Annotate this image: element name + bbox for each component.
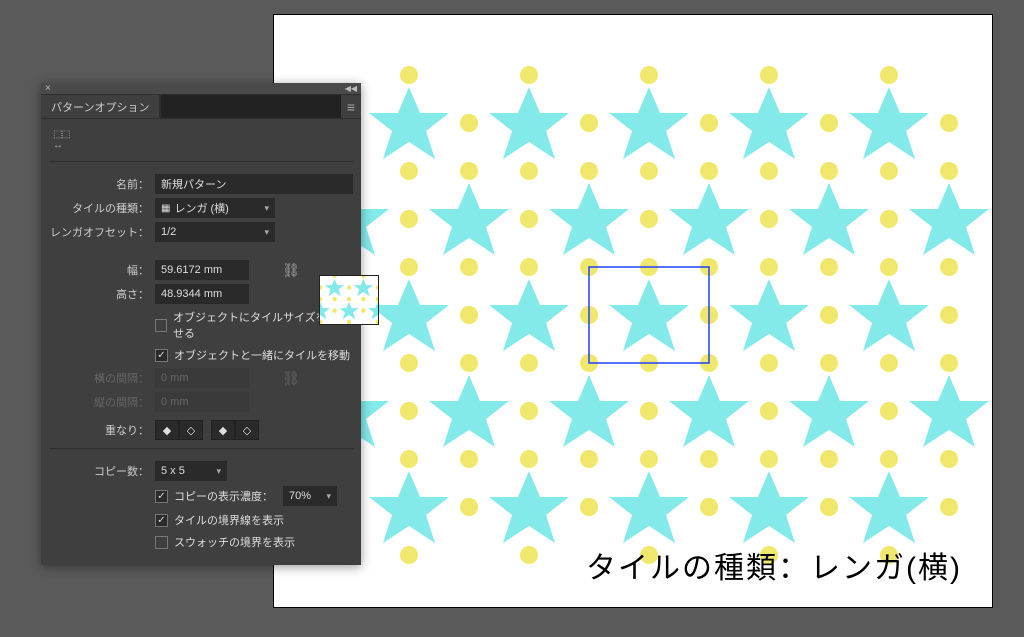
brick-icon: ▦ [161, 203, 170, 214]
offset-select[interactable]: 1/2 ▾ [155, 222, 275, 242]
label-offset: レンガオフセット： [49, 224, 149, 240]
label-width: 幅： [49, 262, 149, 278]
chk-size-to-object[interactable] [155, 319, 167, 332]
height-input[interactable] [155, 284, 249, 304]
pattern-thumbnail [319, 275, 379, 325]
overlap-right[interactable]: ◇ [179, 420, 203, 440]
canvas-caption: タイルの種類：レンガ(横) [586, 543, 962, 587]
vspacing-input [155, 392, 249, 412]
label-vspacing: 縦の間隔： [49, 394, 149, 410]
tile-resize-icon[interactable]: ⬚ ⬚↔ [53, 129, 69, 151]
chevron-down-icon: ▾ [326, 491, 331, 502]
collapse-icon[interactable]: ◀◀ [345, 84, 357, 93]
chevron-down-icon: ▾ [264, 203, 269, 214]
chk-swatch[interactable] [155, 536, 168, 549]
chk-move-with-object[interactable]: ✓ [155, 349, 168, 362]
link-spacing-icon: ⛓ [281, 368, 301, 388]
label-overlap: 重なり： [49, 422, 149, 438]
label-name: 名前： [49, 176, 149, 192]
pattern-options-panel: × ◀◀ パターンオプション ≡ ⬚ ⬚↔ 名前： タイルの種類： ▦ レンガ … [41, 83, 361, 565]
panel-tab-pattern[interactable]: パターンオプション [41, 95, 160, 118]
overlap-left[interactable]: ◆ [155, 420, 179, 440]
label-tiletype: タイルの種類： [49, 200, 149, 216]
dim-label: コピーの表示濃度： [174, 488, 273, 504]
overlap-buttons: ◆ ◇ ◆ ◇ [155, 420, 259, 440]
chevron-down-icon: ▾ [216, 466, 221, 477]
chevron-down-icon: ▾ [264, 227, 269, 238]
link-wh-icon[interactable]: ⛓ [281, 260, 301, 280]
close-icon[interactable]: × [45, 83, 51, 94]
panel-menu-icon[interactable]: ≡ [341, 99, 361, 115]
hspacing-input [155, 368, 249, 388]
chk-tileedge[interactable]: ✓ [155, 514, 168, 527]
name-input[interactable] [155, 174, 353, 194]
chk-move-label: オブジェクトと一緒にタイルを移動 [174, 347, 350, 363]
chk-tileedge-label: タイルの境界線を表示 [174, 512, 284, 528]
chk-dim[interactable]: ✓ [155, 490, 168, 503]
label-hspacing: 横の間隔： [49, 370, 149, 386]
artboard: タイルの種類：レンガ(横) [273, 14, 993, 608]
label-copies: コピー数： [49, 463, 149, 479]
width-input[interactable] [155, 260, 249, 280]
dim-select[interactable]: 70% ▾ [283, 486, 337, 506]
chk-swatch-label: スウォッチの境界を表示 [174, 534, 295, 550]
label-height: 高さ： [49, 286, 149, 302]
overlap-top[interactable]: ◆ [211, 420, 235, 440]
copies-select[interactable]: 5 x 5 ▾ [155, 461, 227, 481]
pattern-canvas[interactable] [274, 15, 992, 575]
overlap-bottom[interactable]: ◇ [235, 420, 259, 440]
panel-spacer [160, 95, 341, 118]
tiletype-select[interactable]: ▦ レンガ (横) ▾ [155, 198, 275, 218]
